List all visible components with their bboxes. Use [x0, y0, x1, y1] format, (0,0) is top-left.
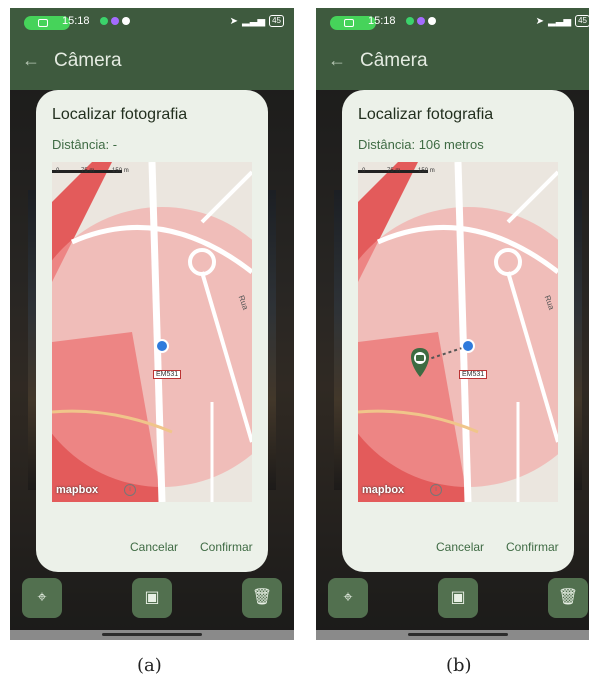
status-bar: 15:18 ➤ ▂▃▅ 45	[316, 8, 589, 36]
caption-b: (b)	[446, 655, 472, 676]
road-label: EM531	[459, 370, 488, 379]
signal-icon: ▂▃▅	[548, 15, 572, 27]
app-bar: ← Câmera	[10, 36, 294, 90]
info-icon[interactable]: i	[430, 484, 442, 496]
gesture-nav-bar[interactable]	[10, 630, 294, 640]
confirm-button[interactable]: Confirmar	[200, 540, 253, 554]
bottom-actions: ⌖ ▣ 🗑	[10, 570, 294, 630]
user-location-dot	[461, 339, 475, 353]
system-icons: ➤ ▂▃▅ 45	[536, 15, 589, 27]
phone-screen-a: 15:18 ➤ ▂▃▅ 45 ← Câmera ⌖ ▣ 🗑 Localizar f…	[10, 8, 294, 640]
gesture-nav-bar[interactable]	[316, 630, 589, 640]
notification-icons	[100, 17, 130, 25]
status-bar: 15:18 ➤ ▂▃▅ 45	[10, 8, 294, 36]
location-icon: ➤	[229, 15, 239, 27]
page-title: Câmera	[360, 50, 428, 71]
save-button[interactable]: ▣	[438, 578, 478, 618]
battery-level: 45	[575, 15, 589, 27]
status-time: 15:18	[62, 15, 90, 27]
map-view[interactable]: 0 75 m 150 m Rua EM531 mapbox i	[358, 162, 558, 502]
scale-bar: 0 75 m 150 m	[56, 168, 129, 174]
cancel-button[interactable]: Cancelar	[436, 540, 484, 554]
phone-screen-b: 15:18 ➤ ▂▃▅ 45 ← Câmera ⌖ ▣ 🗑 Localizar f…	[316, 8, 589, 640]
bottom-actions: ⌖ ▣ 🗑	[316, 570, 589, 630]
page-title: Câmera	[54, 50, 122, 71]
battery-level: 45	[269, 15, 284, 27]
map-view[interactable]: 0 75 m 150 m Rua EM531 mapbox i	[52, 162, 252, 502]
distance-text: Distância: -	[52, 137, 118, 152]
back-arrow-icon[interactable]: ←	[22, 50, 40, 71]
app-bar: ← Câmera	[316, 36, 589, 90]
info-icon[interactable]: i	[124, 484, 136, 496]
scale-bar: 0 75 m 150 m	[362, 168, 435, 174]
location-icon: ➤	[535, 15, 545, 27]
distance-text: Distância: 106 metros	[358, 137, 484, 152]
system-icons: ➤ ▂▃▅ 45	[230, 15, 284, 27]
caption-a: (a)	[137, 655, 162, 676]
confirm-button[interactable]: Confirmar	[506, 540, 559, 554]
location-pin-button[interactable]: ⌖	[328, 578, 368, 618]
dialog-title: Localizar fotografia	[52, 106, 188, 123]
user-location-dot	[155, 339, 169, 353]
location-pin-button[interactable]: ⌖	[22, 578, 62, 618]
delete-button[interactable]: 🗑	[242, 578, 282, 618]
notification-icons	[406, 17, 436, 25]
signal-icon: ▂▃▅	[242, 15, 266, 27]
status-time: 15:18	[368, 15, 396, 27]
cancel-button[interactable]: Cancelar	[130, 540, 178, 554]
locate-photo-dialog: Localizar fotografia Distância: - 0 75 m	[36, 90, 268, 572]
dialog-title: Localizar fotografia	[358, 106, 494, 123]
locate-photo-dialog: Localizar fotografia Distância: 106 metr…	[342, 90, 574, 572]
road-label: EM531	[153, 370, 182, 379]
back-arrow-icon[interactable]: ←	[328, 50, 346, 71]
mapbox-logo[interactable]: mapbox	[362, 484, 404, 496]
delete-button[interactable]: 🗑	[548, 578, 588, 618]
save-button[interactable]: ▣	[132, 578, 172, 618]
mapbox-logo[interactable]: mapbox	[56, 484, 98, 496]
